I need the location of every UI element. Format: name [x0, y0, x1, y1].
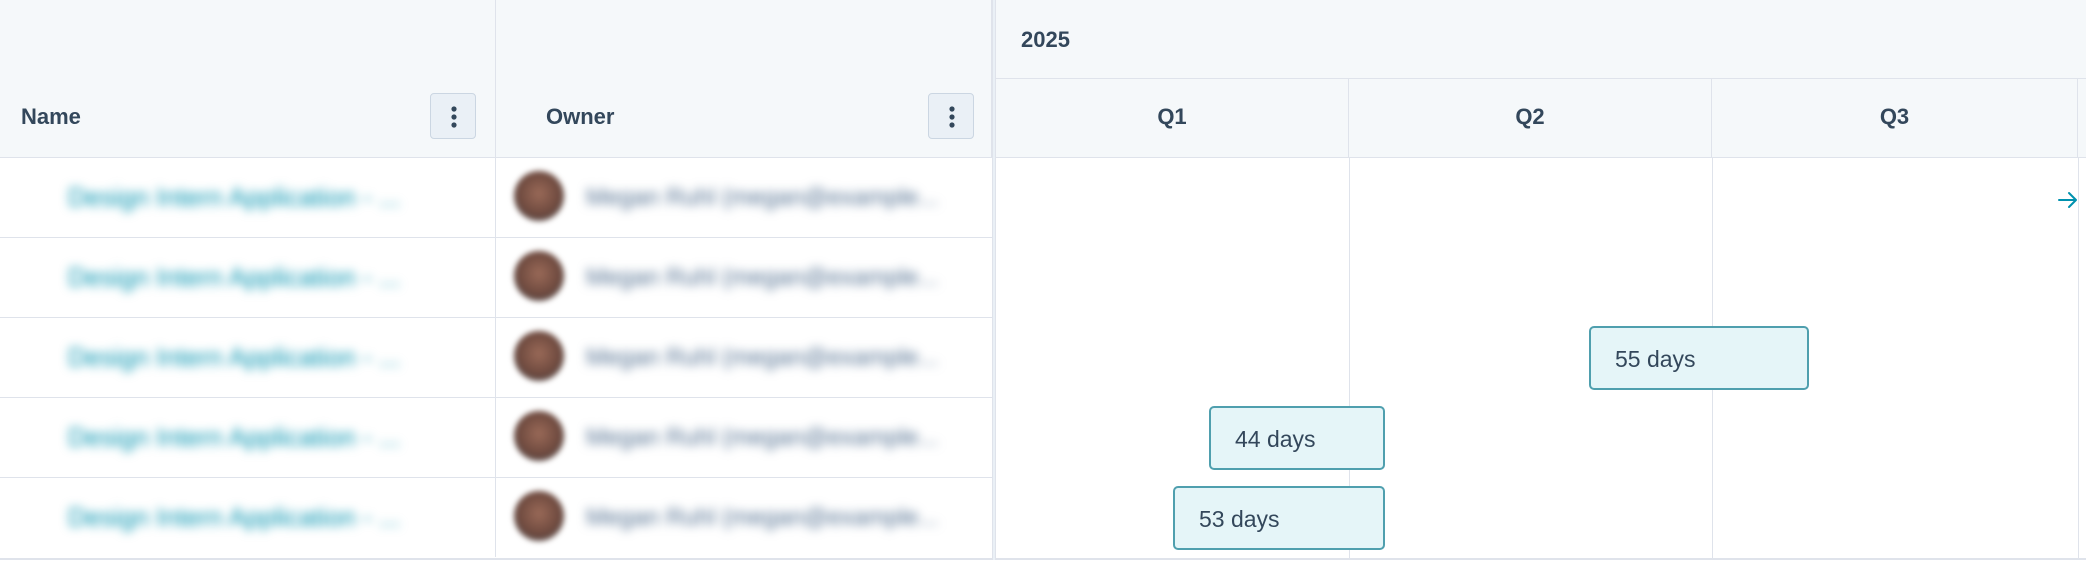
owner-cell: Megan Ruhl (megan@example...	[496, 158, 992, 237]
quarter-label: Q2	[1515, 104, 1545, 129]
table-row[interactable]: Design Intern Application - ... Megan Ru…	[0, 238, 992, 318]
avatar	[514, 411, 564, 461]
quarter-header-q1: Q1	[996, 79, 1349, 158]
avatar	[514, 171, 564, 221]
name-column-header: Name	[0, 0, 496, 158]
quarter-header-q3: Q3	[1712, 79, 2078, 158]
owner-column-header: Owner	[496, 0, 992, 158]
arrow-right-icon[interactable]	[2056, 188, 2080, 217]
timeline-year-header: 2025	[996, 0, 2086, 79]
owner-cell: Megan Ruhl (megan@example...	[496, 478, 992, 557]
quarter-gridline	[2078, 158, 2079, 560]
timeline-bar[interactable]: 53 days	[1173, 486, 1385, 550]
table-row[interactable]: Design Intern Application - ... Megan Ru…	[0, 478, 992, 558]
quarter-label: Q3	[1879, 104, 1910, 129]
timeline-year-label: 2025	[1021, 27, 1070, 52]
name-cell: Design Intern Application - ...	[0, 398, 496, 477]
record-name-link[interactable]: Design Intern Application - ...	[68, 502, 400, 533]
timeline-bar[interactable]: 44 days	[1209, 406, 1385, 470]
owner-column-menu-button[interactable]	[928, 93, 974, 139]
bar-duration-label: 44 days	[1235, 426, 1316, 452]
bar-duration-label: 55 days	[1615, 346, 1696, 372]
vertical-dots-icon	[451, 106, 457, 128]
name-column-title: Name	[21, 104, 81, 129]
owner-cell: Megan Ruhl (megan@example...	[496, 238, 992, 317]
name-cell: Design Intern Application - ...	[0, 238, 496, 317]
name-cell: Design Intern Application - ...	[0, 318, 496, 397]
timeline-bar[interactable]: 55 days	[1589, 326, 1809, 390]
table-row[interactable]: Design Intern Application - ... Megan Ru…	[0, 398, 992, 478]
owner-column-title: Owner	[546, 104, 615, 129]
name-column-menu-button[interactable]	[430, 93, 476, 139]
vertical-dots-icon	[949, 106, 955, 128]
owner-name: Megan Ruhl (megan@example...	[586, 424, 939, 451]
avatar	[514, 251, 564, 301]
record-name-link[interactable]: Design Intern Application - ...	[68, 422, 400, 453]
record-name-link[interactable]: Design Intern Application - ...	[68, 342, 400, 373]
table-row[interactable]: Design Intern Application - ... Megan Ru…	[0, 318, 992, 398]
table-row[interactable]: Design Intern Application - ... Megan Ru…	[0, 158, 992, 238]
bar-duration-label: 53 days	[1199, 506, 1280, 532]
quarter-header-next	[2078, 79, 2086, 158]
timeline-board: Name Owner Design Intern Application - .…	[0, 0, 2086, 560]
avatar	[514, 331, 564, 381]
avatar	[514, 491, 564, 541]
owner-name: Megan Ruhl (megan@example...	[586, 344, 939, 371]
owner-name: Megan Ruhl (megan@example...	[586, 184, 939, 211]
record-name-link[interactable]: Design Intern Application - ...	[68, 182, 400, 213]
owner-cell: Megan Ruhl (megan@example...	[496, 398, 992, 477]
name-cell: Design Intern Application - ...	[0, 478, 496, 557]
quarter-label: Q1	[1157, 104, 1187, 129]
quarter-header-q2: Q2	[1349, 79, 1712, 158]
owner-cell: Megan Ruhl (megan@example...	[496, 318, 992, 397]
record-name-link[interactable]: Design Intern Application - ...	[68, 262, 400, 293]
owner-name: Megan Ruhl (megan@example...	[586, 264, 939, 291]
name-cell: Design Intern Application - ...	[0, 158, 496, 237]
owner-name: Megan Ruhl (megan@example...	[586, 504, 939, 531]
